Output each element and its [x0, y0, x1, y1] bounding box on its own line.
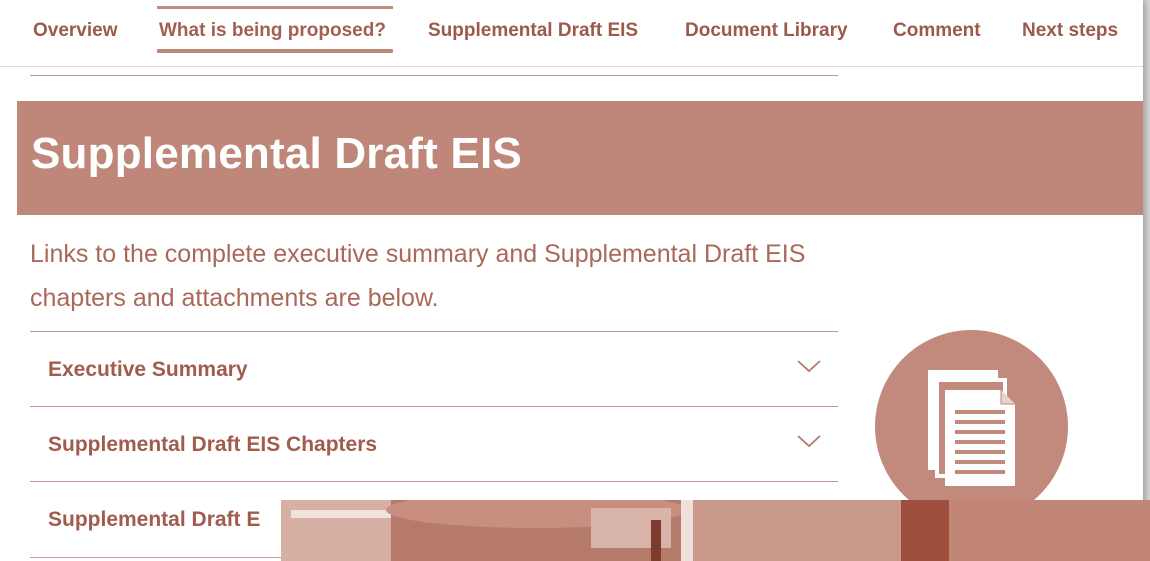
- tab-comment[interactable]: Comment: [893, 20, 981, 42]
- tab-what-is-being-proposed[interactable]: What is being proposed?: [159, 20, 386, 42]
- tab-next-steps[interactable]: Next steps: [1022, 20, 1118, 42]
- intro-text: Links to the complete executive summary …: [30, 240, 806, 312]
- tab-overview[interactable]: Overview: [33, 20, 118, 42]
- accordion-label: Supplemental Draft EIS Chapters: [48, 433, 378, 456]
- divider: [30, 75, 838, 76]
- active-tab-top-accent: [157, 6, 393, 9]
- chevron-down-icon[interactable]: [796, 358, 822, 374]
- documents-icon: [928, 370, 1015, 486]
- accordion-label: Supplemental Draft E: [48, 508, 261, 531]
- accordion-executive-summary[interactable]: Executive Summary: [30, 331, 838, 407]
- tab-document-library[interactable]: Document Library: [685, 20, 848, 42]
- section-title: Supplemental Draft EIS: [31, 129, 522, 178]
- active-tab-underline: [157, 49, 393, 53]
- accordion-label: Executive Summary: [48, 358, 248, 381]
- photo-image: [281, 500, 1150, 561]
- tab-supplemental-draft-eis[interactable]: Supplemental Draft EIS: [428, 20, 638, 42]
- accordion-supplemental-draft-eis-chapters[interactable]: Supplemental Draft EIS Chapters: [30, 406, 838, 482]
- page: Overview What is being proposed? Supplem…: [0, 0, 1143, 561]
- documents-icon-circle: [875, 330, 1068, 523]
- section-banner: Supplemental Draft EIS: [17, 101, 1143, 215]
- top-navigation: Overview What is being proposed? Supplem…: [0, 0, 1143, 67]
- chevron-down-icon[interactable]: [796, 433, 822, 449]
- overlay-photo: [281, 500, 1150, 561]
